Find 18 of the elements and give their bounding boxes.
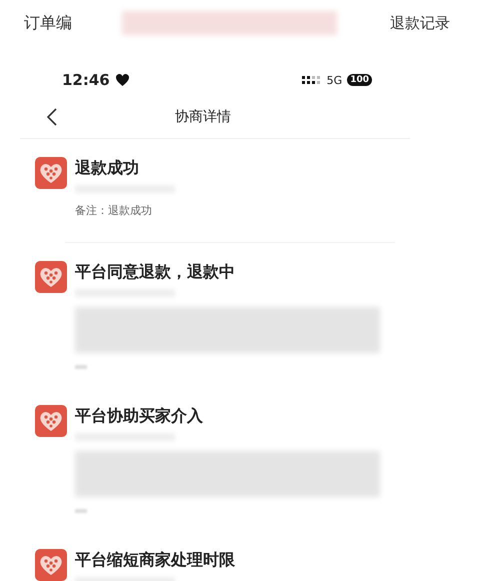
order-number-label: 订单编 bbox=[24, 12, 72, 34]
battery-indicator: 100 bbox=[347, 74, 372, 86]
heart-icon bbox=[116, 74, 129, 86]
heart-logo-icon bbox=[35, 549, 67, 581]
back-icon[interactable] bbox=[46, 108, 58, 126]
signal-icon bbox=[302, 75, 322, 85]
heart-logo-icon bbox=[35, 405, 67, 437]
network-label: 5G bbox=[326, 74, 342, 86]
entry-title: 平台同意退款，退款中 bbox=[75, 261, 236, 283]
entry-remark: 备注：退款成功 bbox=[75, 203, 153, 218]
heart-logo-icon bbox=[35, 261, 67, 293]
entry-title: 平台协助买家介入 bbox=[75, 405, 204, 427]
heart-logo-icon bbox=[35, 157, 67, 189]
refund-records-link[interactable]: 退款记录 bbox=[390, 14, 450, 32]
entry-title: 平台缩短商家处理时限 bbox=[75, 549, 236, 571]
entry-title: 退款成功 bbox=[75, 157, 140, 179]
status-time: 12:46 bbox=[62, 71, 110, 89]
page-title: 协商详情 bbox=[175, 108, 231, 126]
